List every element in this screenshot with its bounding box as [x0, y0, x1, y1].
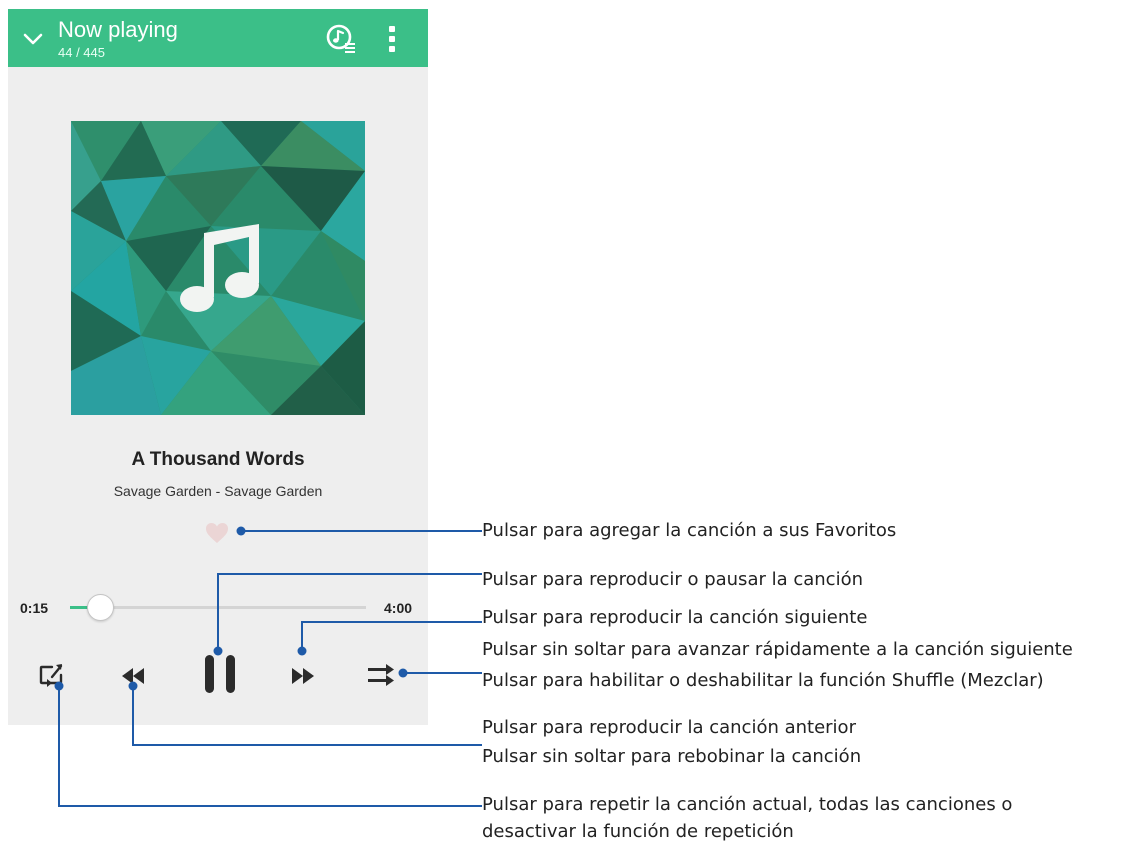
shuffle-icon[interactable] [366, 662, 396, 688]
chevron-down-icon[interactable] [22, 28, 44, 50]
song-title: A Thousand Words [131, 449, 305, 470]
next-callout-text: Pulsar para reproducir la canción siguie… [482, 607, 868, 628]
repeat-callout-text-2: desactivar la función de repetición [482, 821, 794, 842]
fast-forward-icon[interactable] [290, 665, 316, 687]
seek-bar[interactable] [70, 594, 366, 621]
app-bar-title: Now playing [58, 17, 178, 42]
prev-hold-callout-text: Pulsar sin soltar para rebobinar la canc… [482, 746, 862, 767]
favorite-callout-text: Pulsar para agregar la canción a sus Fav… [482, 520, 897, 541]
song-artist-album: Savage Garden - Savage Garden [113, 483, 323, 499]
seek-bar-thumb[interactable] [87, 594, 114, 621]
prev-callout-text: Pulsar para reproducir la canción anteri… [482, 717, 856, 738]
album-art [71, 121, 365, 415]
repeat-icon[interactable] [38, 662, 64, 688]
pause-icon[interactable] [202, 653, 238, 695]
now-playing-screen: Now playing 44 / 445 A Thousand Words Sa… [8, 9, 428, 725]
repeat-callout-text: Pulsar para repetir la canción actual, t… [482, 794, 1013, 815]
app-bar: Now playing 44 / 445 [8, 9, 428, 67]
rewind-icon[interactable] [120, 665, 146, 687]
overflow-menu-icon[interactable] [382, 23, 402, 55]
favorite-heart-icon[interactable] [205, 522, 229, 544]
track-count: 44 / 445 [58, 45, 105, 60]
next-hold-callout-text: Pulsar sin soltar para avanzar rápidamen… [482, 639, 1073, 660]
music-queue-icon[interactable] [326, 24, 356, 54]
shuffle-callout-text: Pulsar para habilitar o deshabilitar la … [482, 670, 1044, 691]
elapsed-time: 0:15 [20, 600, 49, 616]
total-time: 4:00 [384, 600, 413, 616]
play-pause-callout-text: Pulsar para reproducir o pausar la canci… [482, 569, 863, 590]
